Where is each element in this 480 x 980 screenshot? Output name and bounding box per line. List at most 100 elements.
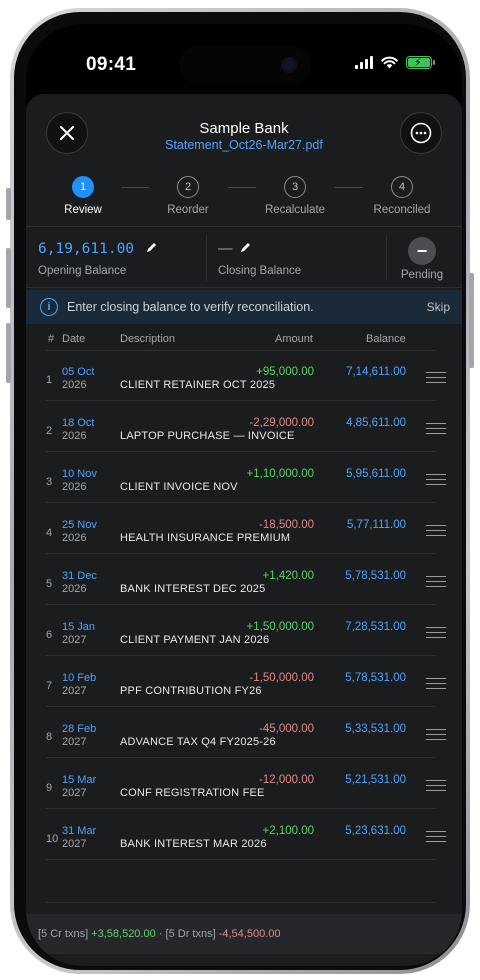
row-amount: +1,50,000.00 <box>246 621 314 633</box>
pending-minus-icon: − <box>408 237 436 265</box>
debit-count: [5 Dr txns] <box>165 928 216 940</box>
dynamic-island <box>179 46 311 84</box>
status-icons: ⚡ <box>355 56 435 69</box>
row-amount: +2,100.00 <box>262 825 314 837</box>
drag-handle-icon[interactable] <box>426 474 446 485</box>
more-options-button[interactable] <box>400 112 442 154</box>
closing-balance-row: — <box>218 241 251 257</box>
divider <box>46 859 436 860</box>
drag-handle-icon[interactable] <box>426 576 446 587</box>
drag-handle-icon[interactable] <box>426 525 446 536</box>
row-description: HEALTH INSURANCE PREMIUM <box>120 532 291 544</box>
closing-balance-value: — <box>218 241 233 257</box>
closing-balance-field[interactable]: — Closing Balance <box>206 227 386 289</box>
drag-handle-icon[interactable] <box>426 627 446 638</box>
volume-up-button <box>6 248 11 308</box>
row-index: 8 <box>46 731 53 743</box>
row-date-day: 05 Oct <box>62 366 95 378</box>
row-index: 6 <box>46 629 53 641</box>
table-row[interactable]: 6 15 Jan 2027 CLIENT PAYMENT JAN 2026 +1,50,… <box>26 605 462 656</box>
row-date-year: 2026 <box>62 583 87 595</box>
drag-handle-icon[interactable] <box>426 678 446 689</box>
row-balance: 5,78,531.00 <box>345 672 406 684</box>
row-description: BANK INTEREST DEC 2025 <box>120 583 266 595</box>
row-amount: -2,29,000.00 <box>249 417 314 429</box>
row-date-year: 2027 <box>62 685 87 697</box>
row-index: 1 <box>46 374 53 386</box>
step-number: 2 <box>177 176 199 198</box>
opening-balance-field[interactable]: 6,19,611.00 Opening Balance <box>26 227 206 289</box>
row-date-day: 28 Feb <box>62 723 97 735</box>
table-row[interactable]: 5 31 Dec 2026 BANK INTEREST DEC 2025 +1,420.… <box>26 554 462 605</box>
row-date-day: 15 Mar <box>62 774 97 786</box>
row-date-day: 10 Feb <box>62 672 97 684</box>
table-row[interactable]: 2 18 Oct 2026 LAPTOP PURCHASE — INVOICE -2,2… <box>26 401 462 452</box>
row-date-year: 2026 <box>62 430 87 442</box>
drag-handle-icon[interactable] <box>426 372 446 383</box>
totals-separator: · <box>158 928 163 940</box>
row-date-day: 10 Nov <box>62 468 97 480</box>
action-button <box>6 188 11 220</box>
table-row[interactable]: 9 15 Mar 2027 CONF REGISTRATION FEE -12,000.… <box>26 758 462 809</box>
row-date-year: 2026 <box>62 481 87 493</box>
row-date-day: 25 Nov <box>62 519 97 531</box>
drag-handle-icon[interactable] <box>426 729 446 740</box>
table-header: # Date Description Amount Balance <box>26 328 462 350</box>
step-recalculate[interactable]: 3 Recalculate <box>250 176 340 216</box>
row-balance: 5,78,531.00 <box>345 570 406 582</box>
row-date-year: 2026 <box>62 532 87 544</box>
skip-button[interactable]: Skip <box>427 300 450 314</box>
wifi-icon <box>381 56 398 69</box>
status-time: 09:41 <box>86 54 137 75</box>
step-reorder[interactable]: 2 Reorder <box>143 176 233 216</box>
row-balance: 5,33,531.00 <box>345 723 406 735</box>
credit-count: [5 Cr txns] <box>38 928 89 940</box>
row-date-day: 31 Mar <box>62 825 97 837</box>
col-date: Date <box>62 333 86 345</box>
row-balance: 7,28,531.00 <box>345 621 406 633</box>
step-review[interactable]: 1 Review <box>38 176 128 216</box>
row-amount: -18,500.00 <box>259 519 314 531</box>
info-text: Enter closing balance to verify reconcil… <box>67 300 314 314</box>
drag-handle-icon[interactable] <box>426 780 446 791</box>
row-balance: 5,77,111.00 <box>346 519 406 531</box>
table-row[interactable]: 8 28 Feb 2027 ADVANCE TAX Q4 FY2025-26 -45,0… <box>26 707 462 758</box>
col-description: Description <box>120 333 176 345</box>
row-description: CLIENT PAYMENT JAN 2026 <box>120 634 270 646</box>
row-date-year: 2026 <box>62 379 87 391</box>
row-balance: 7,14,611.00 <box>346 366 406 378</box>
table-row[interactable]: 7 10 Feb 2027 PPF CONTRIBUTION FY26 -1,50,00… <box>26 656 462 707</box>
row-date-day: 15 Jan <box>62 621 96 633</box>
step-reconciled[interactable]: 4 Reconciled <box>357 176 447 216</box>
row-index: 3 <box>46 476 53 488</box>
info-banner: i Enter closing balance to verify reconc… <box>26 290 462 324</box>
row-description: CLIENT RETAINER OCT 2025 <box>120 379 276 391</box>
statement-file-link[interactable]: Statement_Oct26-Mar27.pdf <box>26 138 462 152</box>
step-label: Review <box>64 204 102 216</box>
row-index: 4 <box>46 527 53 539</box>
row-date-year: 2027 <box>62 787 87 799</box>
balance-summary: 6,19,611.00 Opening Balance — Closing Ba… <box>26 226 462 288</box>
col-index: # <box>48 333 55 345</box>
divider <box>386 235 387 281</box>
power-button <box>469 273 474 368</box>
row-date-day: 18 Oct <box>62 417 95 429</box>
drag-handle-icon[interactable] <box>426 423 446 434</box>
phone-frame: 09:41 ⚡ Sample Bank Statement_Oct26-Mar2… <box>6 8 474 974</box>
row-index: 2 <box>46 425 53 437</box>
row-index: 10 <box>46 833 59 845</box>
table-row[interactable]: 1 05 Oct 2026 CLIENT RETAINER OCT 2025 +95,0… <box>26 350 462 401</box>
row-balance: 5,21,531.00 <box>345 774 406 786</box>
drag-handle-icon[interactable] <box>426 831 446 842</box>
sheet-header: Sample Bank Statement_Oct26-Mar27.pdf <box>26 94 462 170</box>
col-balance: Balance <box>366 333 406 345</box>
opening-balance-value: 6,19,611.00 <box>38 241 135 257</box>
bank-title: Sample Bank <box>199 120 289 137</box>
row-index: 9 <box>46 782 53 794</box>
table-row[interactable]: 10 31 Mar 2027 BANK INTEREST MAR 2026 +2,100… <box>26 809 462 860</box>
row-description: CLIENT INVOICE NOV <box>120 481 238 493</box>
divider <box>46 902 436 903</box>
row-description: PPF CONTRIBUTION FY26 <box>120 685 262 697</box>
table-row[interactable]: 4 25 Nov 2026 HEALTH INSURANCE PREMIUM -18,5… <box>26 503 462 554</box>
table-row[interactable]: 3 10 Nov 2026 CLIENT INVOICE NOV +1,10,000.0… <box>26 452 462 503</box>
